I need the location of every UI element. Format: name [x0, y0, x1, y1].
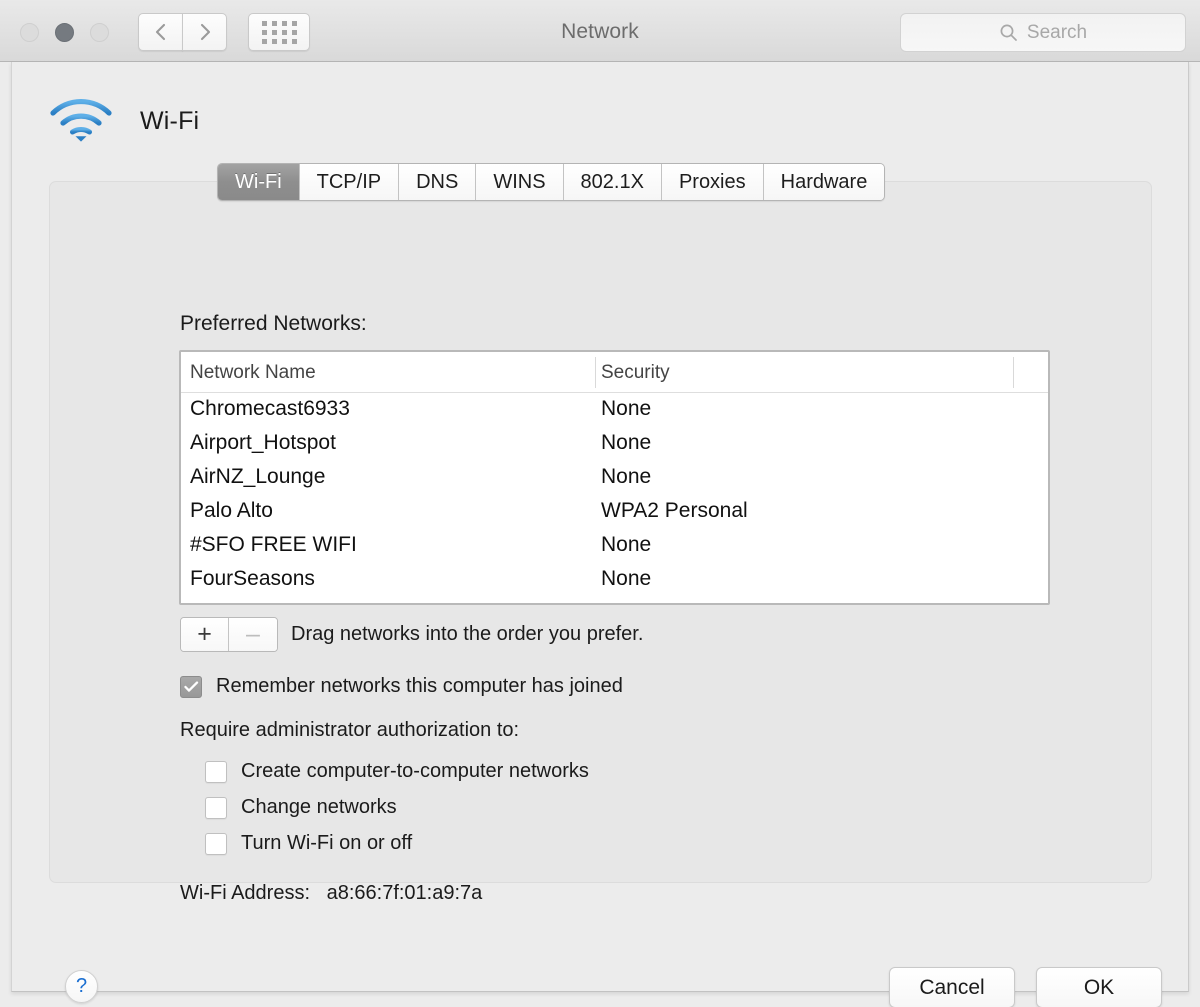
network-preferences-window: Network Search Wi-Fi Wi-Fi TCP/IP DNS WI…: [0, 0, 1200, 1007]
tab-wifi[interactable]: Wi-Fi: [218, 164, 300, 200]
column-header-security[interactable]: Security: [601, 362, 670, 384]
service-name: Wi-Fi: [140, 106, 200, 135]
table-row[interactable]: Chromecast6933 None: [181, 393, 1048, 427]
network-security-cell: None: [601, 567, 652, 590]
create-networks-checkbox[interactable]: [205, 760, 227, 783]
preferences-content-sheet: Wi-Fi Wi-Fi TCP/IP DNS WINS 802.1X Proxi…: [11, 62, 1189, 1007]
wifi-icon: [50, 98, 112, 142]
tab-dns[interactable]: DNS: [399, 164, 477, 200]
add-remove-network-group: + –: [180, 617, 278, 652]
network-security-cell: None: [601, 533, 652, 556]
network-name-cell: FourSeasons: [190, 567, 315, 590]
change-networks-checkbox[interactable]: [205, 796, 227, 819]
wifi-address-row: Wi-Fi Address: a8:66:7f:01:a9:7a: [180, 882, 482, 905]
tab-wins[interactable]: WINS: [476, 164, 564, 200]
turn-wifi-on-off-checkbox[interactable]: [205, 832, 227, 855]
wifi-address-value: a8:66:7f:01:a9:7a: [326, 882, 483, 904]
remember-networks-checkbox-row[interactable]: Remember networks this computer has join…: [180, 675, 623, 698]
service-header: Wi-Fi: [50, 98, 199, 144]
wifi-address-label: Wi-Fi Address:: [180, 882, 311, 904]
preferred-networks-label: Preferred Networks:: [180, 312, 367, 335]
require-administrator-label: Require administrator authorization to:: [180, 719, 520, 741]
table-row[interactable]: AirNZ_Lounge None: [181, 461, 1048, 495]
network-name-cell: Airport_Hotspot: [190, 431, 336, 454]
drag-networks-hint: Drag networks into the order you prefer.: [291, 623, 644, 645]
table-row[interactable]: FourSeasons None: [181, 563, 1048, 597]
remember-networks-label: Remember networks this computer has join…: [216, 675, 623, 697]
tab-hardware[interactable]: Hardware: [763, 164, 885, 200]
network-name-cell: #SFO FREE WIFI: [190, 533, 357, 556]
network-name-cell: Palo Alto: [190, 499, 273, 522]
change-networks-checkbox-row[interactable]: Change networks: [205, 796, 397, 819]
checkmark-icon: [183, 680, 198, 692]
column-divider[interactable]: [1013, 357, 1014, 388]
turn-wifi-on-off-label: Turn Wi-Fi on or off: [241, 832, 413, 854]
cancel-button[interactable]: Cancel: [889, 967, 1015, 1007]
table-row[interactable]: Palo Alto WPA2 Personal: [181, 495, 1048, 529]
help-button[interactable]: ?: [65, 970, 98, 1003]
network-security-cell: None: [601, 465, 652, 488]
remember-networks-checkbox[interactable]: [180, 675, 202, 698]
network-security-cell: None: [601, 431, 652, 454]
remove-network-button: –: [229, 618, 277, 651]
network-security-cell: WPA2 Personal: [601, 499, 748, 522]
create-networks-checkbox-row[interactable]: Create computer-to-computer networks: [205, 760, 589, 783]
column-header-network-name[interactable]: Network Name: [190, 362, 316, 384]
table-row[interactable]: Airport_Hotspot None: [181, 427, 1048, 461]
tab-proxies[interactable]: Proxies: [661, 164, 764, 200]
turn-wifi-on-off-checkbox-row[interactable]: Turn Wi-Fi on or off: [205, 832, 412, 855]
tab-bar: Wi-Fi TCP/IP DNS WINS 802.1X Proxies Har…: [217, 163, 886, 201]
add-network-button[interactable]: +: [181, 618, 229, 651]
create-networks-label: Create computer-to-computer networks: [241, 760, 589, 782]
column-divider[interactable]: [595, 357, 596, 388]
ok-button[interactable]: OK: [1036, 967, 1162, 1007]
search-icon: [1000, 24, 1017, 41]
table-header-row: Network Name Security: [181, 352, 1048, 393]
network-name-cell: Chromecast6933: [190, 397, 350, 420]
search-field[interactable]: Search: [900, 13, 1186, 52]
table-row[interactable]: #SFO FREE WIFI None: [181, 529, 1048, 563]
preferred-networks-table[interactable]: Network Name Security Chromecast6933 Non…: [179, 350, 1050, 605]
tab-8021x[interactable]: 802.1X: [563, 164, 662, 200]
tab-tcpip[interactable]: TCP/IP: [299, 164, 400, 200]
network-name-cell: AirNZ_Lounge: [190, 465, 326, 488]
change-networks-label: Change networks: [241, 796, 397, 818]
window-titlebar: Network Search: [0, 0, 1200, 62]
network-security-cell: None: [601, 397, 652, 420]
search-placeholder: Search: [1026, 21, 1088, 43]
